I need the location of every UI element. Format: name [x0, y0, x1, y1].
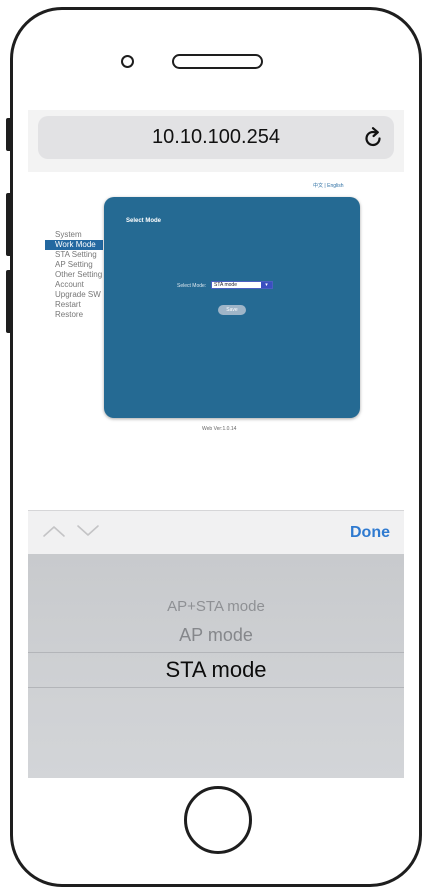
- menu-item-work-mode[interactable]: Work Mode: [45, 240, 103, 250]
- home-button[interactable]: [184, 786, 252, 854]
- phone-screen: 10.10.100.254 中文 | English System Work M…: [28, 110, 404, 778]
- menu-item-system[interactable]: System: [45, 230, 103, 240]
- picker-toolbar: Done: [28, 510, 404, 554]
- mode-label: Select Mode:: [177, 283, 207, 289]
- web-version: Web Ver:1.0.14: [202, 426, 237, 432]
- menu-item-account[interactable]: Account: [45, 280, 103, 290]
- picker-option[interactable]: AP+STA mode: [28, 598, 404, 616]
- selection-indicator-top: [28, 652, 404, 653]
- selection-indicator-bottom: [28, 687, 404, 688]
- menu-item-restart[interactable]: Restart: [45, 300, 103, 310]
- chevron-down-icon: ▾: [261, 282, 272, 288]
- mute-switch: [6, 118, 12, 151]
- lang-chinese-link[interactable]: 中文: [313, 183, 323, 189]
- menu-item-other-setting[interactable]: Other Setting: [45, 270, 103, 280]
- select-mode-panel: Select Mode Select Mode: STA mode ▾ Save: [104, 197, 360, 418]
- front-camera: [121, 55, 134, 68]
- menu-item-sta-setting[interactable]: STA Setting: [45, 250, 103, 260]
- lang-separator: |: [324, 183, 326, 189]
- address-bar[interactable]: 10.10.100.254: [38, 116, 394, 159]
- volume-down-button: [6, 270, 12, 333]
- picker-option-selected[interactable]: STA mode: [28, 656, 404, 684]
- chevron-down-icon[interactable]: [76, 523, 100, 539]
- browser-toolbar: 10.10.100.254: [28, 110, 404, 172]
- menu-item-upgrade-sw[interactable]: Upgrade SW: [45, 290, 103, 300]
- volume-up-button: [6, 193, 12, 256]
- chevron-up-icon[interactable]: [42, 523, 66, 539]
- settings-menu: System Work Mode STA Setting AP Setting …: [45, 230, 103, 320]
- language-links: 中文 | English: [313, 182, 344, 189]
- save-button[interactable]: Save: [218, 305, 246, 315]
- mode-select-value: STA mode: [214, 282, 237, 288]
- reload-icon[interactable]: [362, 126, 384, 150]
- mode-select[interactable]: STA mode ▾: [211, 281, 273, 289]
- menu-item-ap-setting[interactable]: AP Setting: [45, 260, 103, 270]
- mode-picker-wheel[interactable]: AP+STA mode AP mode STA mode: [28, 554, 404, 778]
- menu-item-restore[interactable]: Restore: [45, 310, 103, 320]
- earpiece-speaker: [172, 54, 263, 69]
- url-text: 10.10.100.254: [152, 126, 280, 148]
- picker-option[interactable]: AP mode: [28, 624, 404, 646]
- panel-title: Select Mode: [126, 218, 162, 224]
- lang-english-link[interactable]: English: [327, 183, 343, 189]
- done-button[interactable]: Done: [350, 511, 390, 555]
